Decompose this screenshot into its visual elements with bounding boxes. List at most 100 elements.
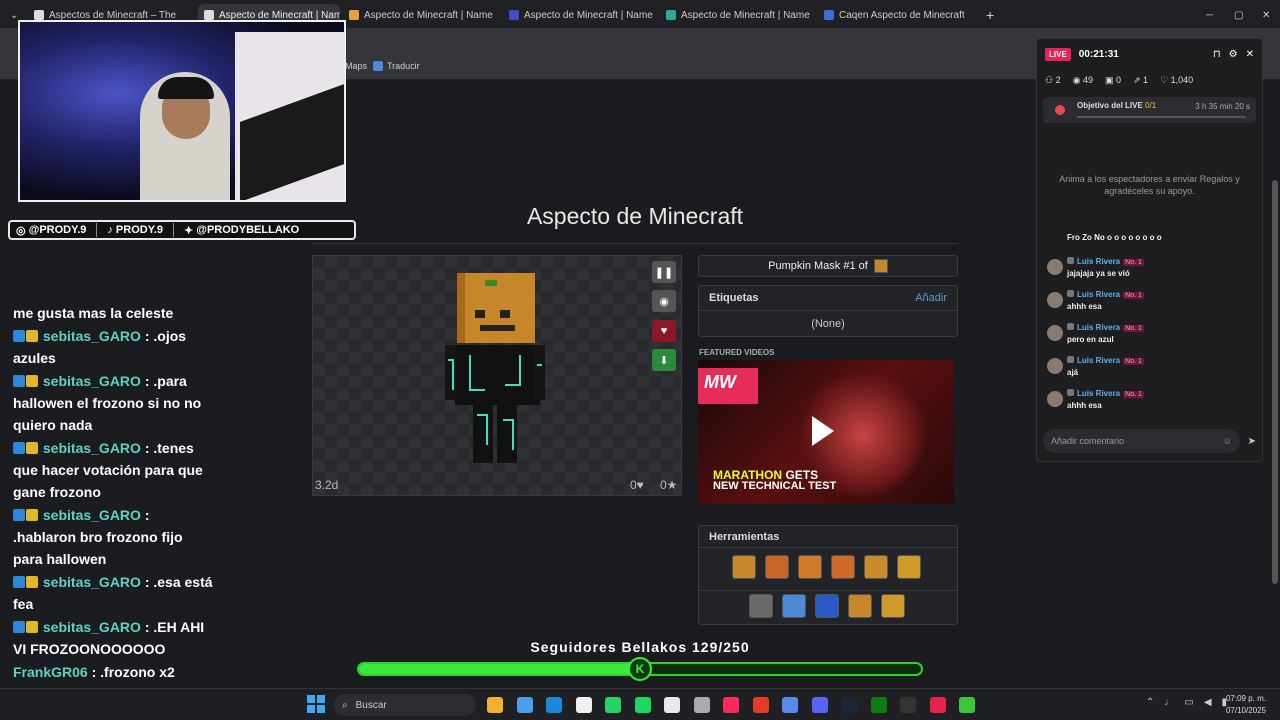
chevron-up-icon[interactable]: ⌃ [1146, 697, 1154, 708]
taskbar-search[interactable]: ⌕ Buscar [334, 694, 476, 716]
avatar[interactable] [1047, 391, 1063, 407]
lock-icon[interactable]: ⊓ [1213, 49, 1221, 60]
windows-start-icon[interactable] [307, 695, 325, 713]
taskbar-app-icon[interactable] [693, 697, 710, 713]
taskbar-app-icon[interactable] [516, 697, 533, 713]
taskbar-app-icon[interactable] [634, 697, 651, 713]
streamer-cap [158, 77, 214, 99]
favorite-button[interactable]: ♥ [652, 320, 676, 342]
close-window-icon[interactable]: ✕ [1256, 4, 1276, 26]
minimize-icon[interactable]: ─ [1200, 4, 1219, 26]
live-comment: Luis Rivera No. 1 jajajaja ya se vió [1045, 257, 1257, 290]
taskbar-app-icon[interactable] [841, 697, 857, 713]
chat-username: sebitas_GARO [42, 574, 141, 590]
tool-skin-button[interactable] [831, 555, 855, 579]
gifter-badge-icon [1067, 290, 1074, 297]
tool-skin-button[interactable] [881, 594, 905, 618]
pause-button[interactable]: ❚❚ [652, 261, 676, 283]
comment-username[interactable]: Luis Rivera [1077, 290, 1120, 299]
download-button[interactable]: ⬇ [652, 349, 676, 371]
browser-tab[interactable]: Aspecto de Minecraft | NameM...✕ [343, 4, 493, 26]
bookmark-maps[interactable]: Maps [345, 61, 367, 71]
live-stat-value: 1,040 [1170, 74, 1194, 85]
tool-skin-button[interactable] [864, 555, 888, 579]
taskbar-app-icon[interactable] [575, 697, 592, 713]
chat-message: FrankGR06 : .frozono x2 [13, 661, 213, 683]
send-icon[interactable]: ➤ [1248, 436, 1256, 447]
live-stat-value: 49 [1082, 74, 1093, 85]
settings-icon[interactable]: ⚙ [1229, 49, 1238, 60]
tiktok-handle: PRODY.9 [115, 224, 163, 236]
volume-icon[interactable]: ◀ [1204, 697, 1212, 708]
tool-skin-button[interactable] [765, 555, 789, 579]
taskbar-app-icon[interactable] [900, 697, 916, 713]
live-panel: LIVE 00:21:31 ⊓ ⚙ ✕ ⚇ 2 ◉ 49 ▣ 0 ⇗ 1 ♡ 1,040… [1036, 38, 1263, 462]
taskbar-app-icon[interactable] [811, 697, 828, 713]
browser-tab[interactable]: Aspecto de Minecraft | NameM...✕ [503, 4, 653, 26]
taskbar-app-icon[interactable] [723, 697, 739, 713]
browser-tab[interactable]: Caqen Aspecto de Minecraft | N...✕ [818, 4, 968, 26]
tool-skin-button[interactable] [732, 555, 756, 579]
tool-skin-button[interactable] [782, 594, 806, 618]
new-tab-button[interactable]: + [980, 4, 1000, 26]
tool-skin-button[interactable] [848, 594, 872, 618]
live-stat-value: 2 [1055, 74, 1061, 85]
video-caption-line2: NEW TECHNICAL TEST [713, 480, 837, 492]
comment-text: ajá [1067, 368, 1079, 377]
search-label: Buscar [355, 699, 387, 711]
bookmark-traducir[interactable]: Traducir [373, 61, 420, 71]
goal-time: 3 h 35 min 20 s [1195, 102, 1250, 111]
goal-value: 0/1 [1145, 101, 1157, 110]
live-header: LIVE 00:21:31 ⊓ ⚙ ✕ [1037, 39, 1262, 69]
avatar[interactable] [1047, 292, 1063, 308]
live-stat: ⇗ 1 [1133, 75, 1148, 86]
browser-tab[interactable]: Aspecto de Minecraft | NameM...✕ [660, 4, 810, 26]
tab-title: Caqen Aspecto de Minecraft | N... [839, 9, 968, 21]
mic-icon[interactable]: ♩ [1164, 697, 1174, 708]
skin-model[interactable] [445, 270, 545, 465]
network-icon[interactable]: ▭ [1184, 697, 1193, 708]
taskbar-app-icon[interactable] [870, 697, 887, 713]
avatar[interactable] [1047, 259, 1063, 275]
comment-username[interactable]: Luis Rivera [1077, 389, 1120, 398]
sub-badge-icon [26, 509, 38, 521]
followers-goal-label: Seguidores Bellakos 129/250 [530, 639, 750, 655]
comment-username[interactable]: Luis Rivera [1077, 356, 1120, 365]
taskbar-app-icon[interactable] [605, 697, 621, 713]
skin-name: Pumpkin Mask #1 of [768, 260, 868, 272]
live-stats: ⚇ 2 ◉ 49 ▣ 0 ⇗ 1 ♡ 1,040 [1037, 69, 1262, 91]
taskbar-app-icon[interactable] [487, 697, 503, 713]
comment-input[interactable]: Añadir comentario ☺ [1043, 429, 1240, 453]
tools-header: Herramientas [699, 526, 957, 548]
taskbar-clock[interactable]: 07:09 p. m. 07/10/2025 [1226, 693, 1266, 717]
page-scrollbar[interactable] [1272, 180, 1278, 584]
tool-skin-button[interactable] [815, 594, 839, 618]
taskbar-app-icon[interactable] [959, 697, 975, 713]
skin-stars: 0★ [660, 478, 678, 492]
taskbar-app-icon[interactable] [929, 697, 946, 713]
taskbar-app-icon[interactable] [546, 697, 562, 713]
rank-badge: No. 1 [1123, 325, 1144, 332]
avatar[interactable] [1047, 358, 1063, 374]
social-instagram: ◎ @PRODY.9 [16, 224, 86, 237]
maximize-icon[interactable]: ▢ [1228, 4, 1249, 26]
tab-favicon [34, 10, 44, 20]
taskbar-app-icon[interactable] [664, 697, 680, 713]
tool-skin-button[interactable] [798, 555, 822, 579]
close-icon[interactable]: ✕ [1246, 49, 1254, 60]
play-icon[interactable] [812, 416, 834, 446]
tool-skin-button[interactable] [749, 594, 773, 618]
taskbar-app-icon[interactable] [752, 697, 769, 713]
comment-username[interactable]: Luis Rivera [1077, 257, 1120, 266]
screenshot-button[interactable]: ◉ [652, 290, 676, 312]
goal-bar [1077, 116, 1246, 118]
comment-text: pero en azul [1067, 335, 1114, 344]
avatar[interactable] [1047, 325, 1063, 341]
add-tag-link[interactable]: Añadir [915, 292, 947, 304]
emoji-icon[interactable]: ☺ [1223, 436, 1232, 446]
taskbar-app-icon[interactable] [782, 697, 798, 713]
tool-skin-button[interactable] [897, 555, 921, 579]
featured-video[interactable]: MW MARATHON GETS NEW TECHNICAL TEST [698, 360, 954, 504]
comment-username[interactable]: Luis Rivera [1077, 323, 1120, 332]
tab-favicon [204, 10, 214, 20]
